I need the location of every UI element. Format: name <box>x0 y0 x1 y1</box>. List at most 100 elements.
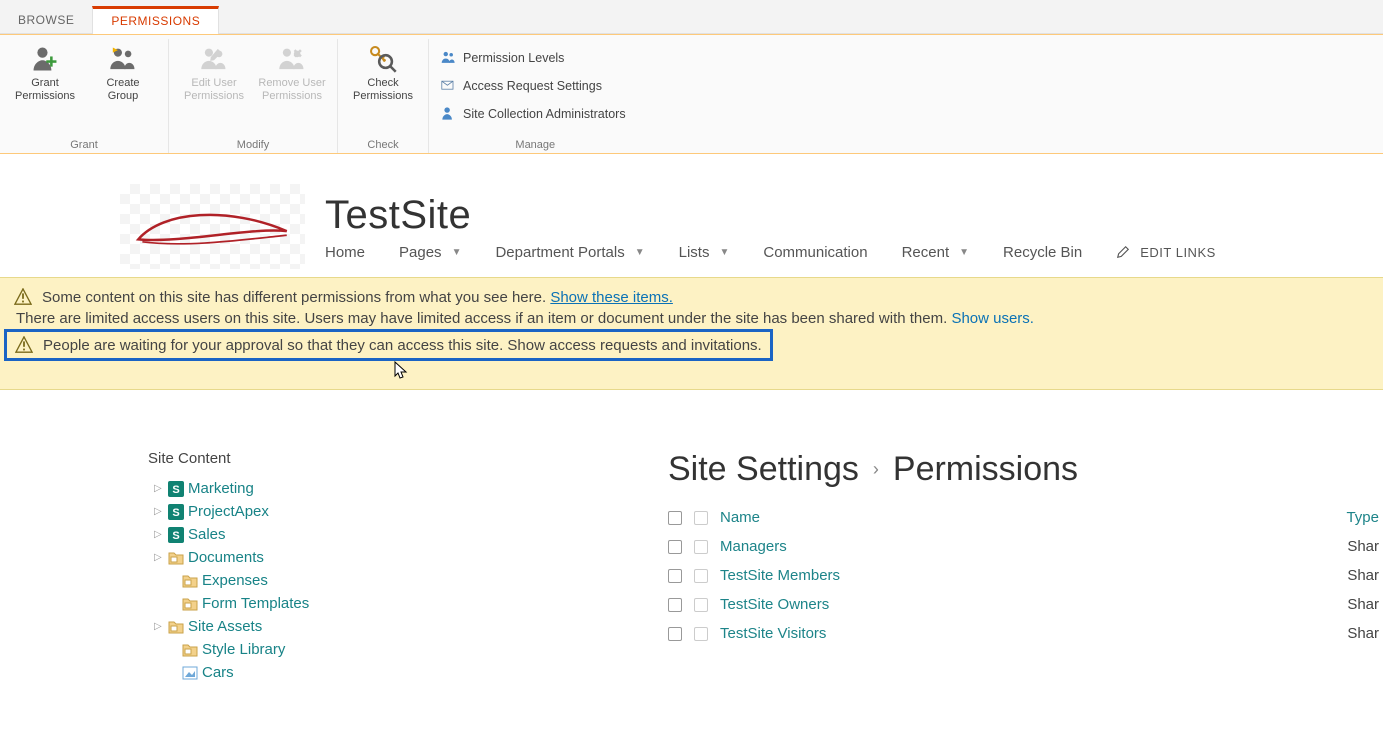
row-edit-icon[interactable] <box>694 569 708 583</box>
row-select-checkbox[interactable] <box>668 598 682 612</box>
nav-dept-label: Department Portals <box>495 244 624 261</box>
group-name-link[interactable]: TestSite Owners <box>720 596 829 613</box>
group-type: Shar <box>1347 596 1383 613</box>
permissions-panel: Site Settings › Permissions Name Type Ma… <box>668 450 1383 684</box>
remove-user-permissions-button[interactable]: Remove User Permissions <box>253 41 331 125</box>
nav-home[interactable]: Home <box>325 244 365 261</box>
pending-approval-callout: People are waiting for your approval so … <box>4 329 773 361</box>
edit-links-label: EDIT LINKS <box>1140 245 1216 260</box>
group-name-link[interactable]: Managers <box>720 538 787 555</box>
doclib-icon <box>168 550 184 566</box>
sp-site-icon <box>168 527 184 543</box>
show-access-requests-link[interactable]: Show access requests and invitations. <box>507 337 761 354</box>
check-permissions-button[interactable]: Check Permissions <box>344 41 422 125</box>
nav-recent[interactable]: Recent ▼ <box>902 244 969 261</box>
ribbon-group-modify-label: Modify <box>175 136 331 153</box>
tree-expand-icon[interactable]: ▷ <box>154 529 164 540</box>
show-these-items-link[interactable]: Show these items. <box>550 289 673 306</box>
tree-item-cars[interactable]: Cars <box>148 661 588 684</box>
group-name-link[interactable]: TestSite Visitors <box>720 625 826 642</box>
column-name[interactable]: Name <box>720 509 760 526</box>
nav-department-portals[interactable]: Department Portals ▼ <box>495 244 644 261</box>
tree-item-documents[interactable]: ▷Documents <box>148 546 588 569</box>
nav-pages[interactable]: Pages ▼ <box>399 244 461 261</box>
show-users-link[interactable]: Show users. <box>951 310 1034 327</box>
main-area: Site Content ▷ Marketing ▷ ProjectApex ▷ Sale… <box>0 390 1383 684</box>
tree-item-marketing[interactable]: ▷ Marketing <box>148 477 588 500</box>
create-group-label: Create Group <box>106 77 139 102</box>
tree-item-label: Marketing <box>188 480 254 497</box>
tree-item-sales[interactable]: ▷ Sales <box>148 523 588 546</box>
tree-expand-icon[interactable]: ▷ <box>154 552 164 563</box>
site-content-heading: Site Content <box>148 450 588 467</box>
column-type[interactable]: Type <box>1346 509 1383 526</box>
mouse-cursor-icon <box>394 361 1383 385</box>
row-edit-icon[interactable] <box>694 598 708 612</box>
notif-3-text: People are waiting for your approval so … <box>43 337 507 354</box>
nav-communication[interactable]: Communication <box>763 244 867 261</box>
doclib-icon <box>182 573 198 589</box>
tree-item-label: Site Assets <box>188 618 262 635</box>
permissions-row: Managers Shar <box>668 532 1383 561</box>
tree-item-style-library[interactable]: Style Library <box>148 638 588 661</box>
row-select-checkbox[interactable] <box>668 569 682 583</box>
row-select-checkbox[interactable] <box>668 540 682 554</box>
permissions-row: TestSite Owners Shar <box>668 590 1383 619</box>
site-collection-admins-label: Site Collection Administrators <box>463 107 626 121</box>
breadcrumb-site-settings[interactable]: Site Settings <box>668 450 859 489</box>
nav-pages-label: Pages <box>399 244 442 261</box>
tree-item-projectapex[interactable]: ▷ ProjectApex <box>148 500 588 523</box>
notification-band: Some content on this site has different … <box>0 277 1383 390</box>
tree-item-label: ProjectApex <box>188 503 269 520</box>
chevron-down-icon: ▼ <box>959 247 969 258</box>
ribbon-group-check: Check Permissions Check <box>338 39 429 153</box>
permissions-table: Name Type Managers Shar TestSite Members Sh… <box>668 503 1383 648</box>
warning-icon <box>15 336 33 354</box>
breadcrumb-permissions: Permissions <box>893 450 1078 489</box>
edit-links-button[interactable]: EDIT LINKS <box>1116 245 1216 260</box>
permission-levels-button[interactable]: Permission Levels <box>437 45 630 71</box>
chevron-down-icon: ▼ <box>719 247 729 258</box>
access-request-settings-icon <box>441 78 457 94</box>
group-name-link[interactable]: TestSite Members <box>720 567 840 584</box>
site-logo[interactable] <box>120 184 305 269</box>
tree-expand-icon[interactable]: ▷ <box>154 506 164 517</box>
notif-line-1: Some content on this site has different … <box>14 286 1369 308</box>
row-edit-icon[interactable] <box>694 627 708 641</box>
doclib-icon <box>182 596 198 612</box>
edit-user-permissions-icon <box>197 45 231 73</box>
column-icon-placeholder <box>694 511 708 525</box>
ribbon-group-grant: Grant Permissions Create Group Grant <box>0 39 169 153</box>
access-request-settings-button[interactable]: Access Request Settings <box>437 73 630 99</box>
permissions-table-header: Name Type <box>668 503 1383 532</box>
nav-lists[interactable]: Lists ▼ <box>679 244 730 261</box>
tree-expand-icon[interactable]: ▷ <box>154 483 164 494</box>
select-all-checkbox[interactable] <box>668 511 682 525</box>
tree-item-label: Cars <box>202 664 234 681</box>
nav-recycle-bin[interactable]: Recycle Bin <box>1003 244 1082 261</box>
tab-permissions[interactable]: PERMISSIONS <box>92 6 219 34</box>
tree-item-site-assets[interactable]: ▷ Site Assets <box>148 615 588 638</box>
doclib-icon <box>182 642 198 658</box>
tree-item-form-templates[interactable]: Form Templates <box>148 592 588 615</box>
row-select-checkbox[interactable] <box>668 627 682 641</box>
create-group-button[interactable]: Create Group <box>84 41 162 125</box>
grant-permissions-button[interactable]: Grant Permissions <box>6 41 84 125</box>
edit-user-permissions-button[interactable]: Edit User Permissions <box>175 41 253 125</box>
group-type: Shar <box>1347 538 1383 555</box>
tree-expand-icon[interactable]: ▷ <box>154 621 164 632</box>
chevron-down-icon: ▼ <box>452 247 462 258</box>
car-logo-icon <box>130 202 295 252</box>
access-request-settings-label: Access Request Settings <box>463 79 602 93</box>
site-collection-admins-button[interactable]: Site Collection Administrators <box>437 101 630 127</box>
ribbon-group-manage-label: Manage <box>435 136 636 153</box>
tree-item-expenses[interactable]: Expenses <box>148 569 588 592</box>
create-group-icon <box>106 45 140 73</box>
ribbon: Grant Permissions Create Group Grant Edi… <box>0 34 1383 154</box>
row-edit-icon[interactable] <box>694 540 708 554</box>
site-title: TestSite <box>325 193 1216 238</box>
tree-item-label: Sales <box>188 526 226 543</box>
tree-item-label: Style Library <box>202 641 285 658</box>
tab-browse[interactable]: BROWSE <box>0 5 92 33</box>
remove-user-permissions-icon <box>275 45 309 73</box>
